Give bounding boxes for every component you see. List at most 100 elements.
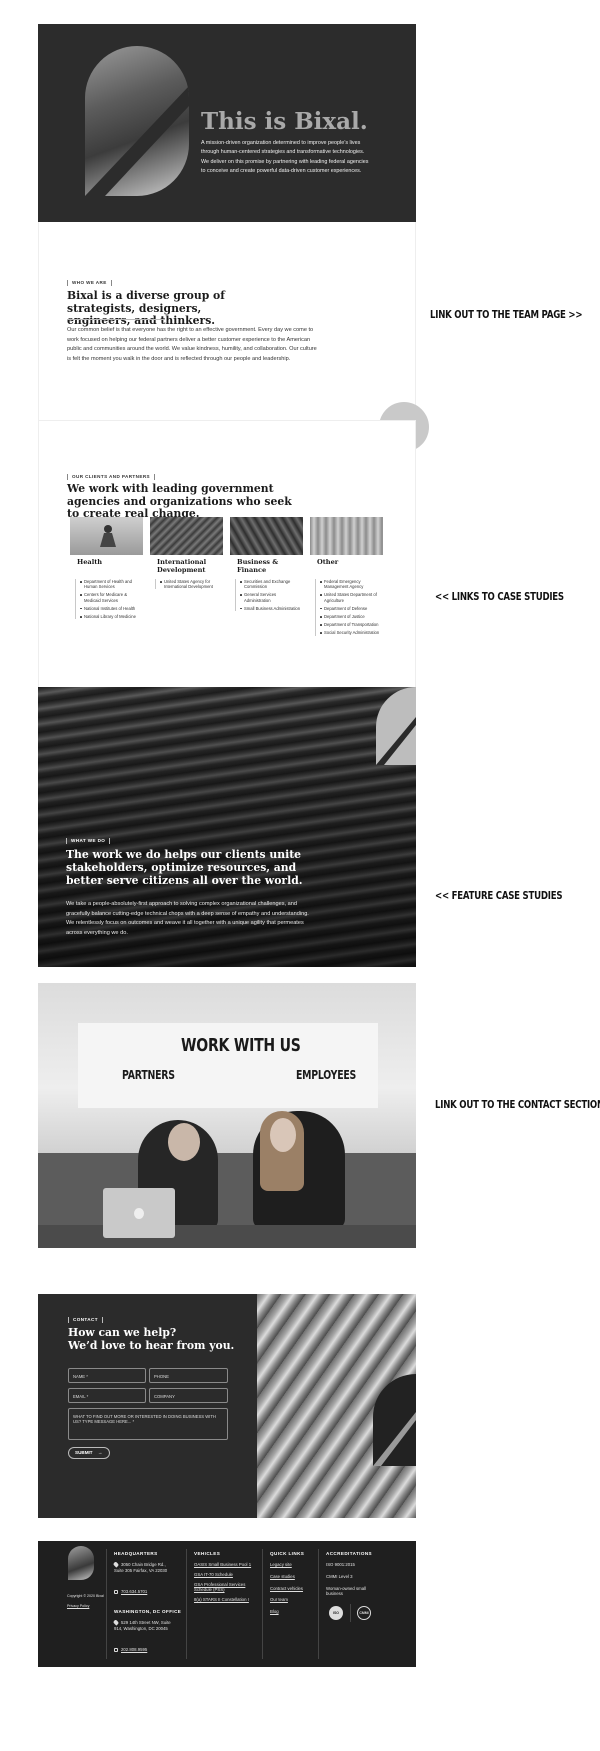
- sector-list: Federal Emergency Management Agency Unit…: [315, 579, 383, 636]
- list-item[interactable]: United States Department of Agriculture: [320, 592, 383, 603]
- sector-name: Other: [317, 558, 339, 566]
- leaf-shape-icon: [376, 687, 416, 765]
- footer-divider: [262, 1549, 263, 1659]
- accreditation: CMMI Level 3: [326, 1573, 353, 1579]
- vehicle-link[interactable]: GSA IT-70 Schedule: [194, 1572, 254, 1578]
- office-wall: [38, 1153, 416, 1228]
- person-right-face: [270, 1118, 296, 1152]
- submit-label: SUBMIT: [75, 1450, 93, 1455]
- contact-section: CONTACT How can we help? We’d love to he…: [38, 1294, 416, 1518]
- leaf-cut-icon: [85, 86, 189, 196]
- sector-other[interactable]: Other Federal Emergency Management Agenc…: [310, 517, 383, 639]
- accreditation: Woman-owned small business: [326, 1585, 367, 1597]
- phone-icon: [114, 1647, 118, 1652]
- work-with-us-section: WORK WITH US PARTNERS EMPLOYEES: [38, 983, 416, 1248]
- list-item[interactable]: Department of Justice: [320, 614, 383, 619]
- footer-avatar: [68, 1546, 94, 1580]
- sector-list: United States Agency for International D…: [155, 579, 223, 590]
- list-item[interactable]: Social Security Administration: [320, 630, 383, 635]
- table-surface: [38, 1225, 416, 1248]
- annotation-team: LINK OUT TO THE TEAM PAGE >>: [430, 308, 583, 321]
- person-left-face: [168, 1123, 200, 1161]
- sector-name: Business & Finance: [237, 558, 279, 574]
- quick-link[interactable]: Case studies: [270, 1574, 303, 1580]
- list-item[interactable]: National Institutes of Health: [80, 606, 143, 611]
- quick-link[interactable]: Blog: [270, 1609, 303, 1615]
- hq-title: HEADQUARTERS: [114, 1551, 158, 1556]
- list-item[interactable]: Department of Defense: [320, 606, 383, 611]
- cmmi-badge-icon: CMMI: [357, 1606, 371, 1620]
- sector-name: Health: [77, 558, 103, 566]
- list-item[interactable]: United States Agency for International D…: [160, 579, 223, 589]
- company-field[interactable]: COMPANY: [149, 1388, 228, 1403]
- list-item[interactable]: Small Business Administration: [240, 606, 303, 611]
- list-item[interactable]: Securities and Exchange Commission: [240, 579, 303, 589]
- hero-title: This is Bixal.: [201, 108, 368, 135]
- footer-divider: [318, 1549, 319, 1659]
- dc-phone[interactable]: 202.808.9595: [114, 1647, 147, 1653]
- list-item[interactable]: Department of Transportation: [320, 622, 383, 627]
- footer-divider: [186, 1549, 187, 1659]
- what-heading: The work we do helps our clients unite s…: [66, 848, 303, 887]
- hq-phone[interactable]: 703.634.5701: [114, 1589, 147, 1595]
- iso-badge-icon: ISO: [329, 1606, 343, 1620]
- hero-portrait-image: [85, 46, 189, 196]
- dc-address: 529 14th Street NW, Suite 914, Washingto…: [112, 1619, 171, 1631]
- who-heading: Bixal is a diverse group of strategists,…: [67, 289, 225, 328]
- what-body: We take a people-absolutely-first approa…: [66, 901, 309, 936]
- sector-health[interactable]: Health Department of Health and Human Se…: [70, 517, 143, 622]
- contact-heading: How can we help? We’d love to hear from …: [68, 1326, 248, 1352]
- sector-other-image: [310, 517, 383, 555]
- list-item[interactable]: Department of Health and Human Services: [80, 579, 143, 589]
- sector-international-development[interactable]: International Development United States …: [150, 517, 223, 592]
- list-item[interactable]: Centers for Medicare & Medicaid Services: [80, 592, 143, 603]
- vehicle-link[interactable]: OASIS Small Business Pool 1: [194, 1562, 254, 1568]
- list-item[interactable]: National Library of Medicine: [80, 614, 143, 619]
- copyright: Copyright © 2020 Bixal: [67, 1594, 104, 1598]
- quick-link[interactable]: Our team: [270, 1597, 303, 1603]
- sector-list: Department of Health and Human Services …: [75, 579, 143, 620]
- accreditations-title: ACCREDITATIONS: [326, 1551, 373, 1556]
- vehicle-link[interactable]: GSA Professional Services Schedule (PSS): [194, 1582, 254, 1594]
- annotation-case-studies: << LINKS TO CASE STUDIES: [435, 590, 564, 603]
- who-divider: [67, 319, 165, 320]
- list-item[interactable]: Federal Emergency Management Agency: [320, 579, 383, 589]
- clients-heading: We work with leading government agencies…: [67, 482, 292, 521]
- hero-section: This is Bixal. A mission-driven organiza…: [38, 24, 416, 222]
- quick-links-title: QUICK LINKS: [270, 1551, 305, 1556]
- privacy-link[interactable]: Privacy Policy: [67, 1604, 89, 1610]
- sector-health-image: [70, 517, 143, 555]
- quick-links-list: Legacy site Case studies Contract vehicl…: [270, 1562, 303, 1615]
- footer-divider: [106, 1549, 107, 1659]
- contact-eyebrow: CONTACT: [68, 1317, 107, 1323]
- list-item[interactable]: General Services Administration: [240, 592, 303, 603]
- dc-title: WASHINGTON, DC OFFICE: [114, 1609, 182, 1614]
- apple-logo-icon: [134, 1208, 144, 1219]
- partners-link[interactable]: PARTNERS: [122, 1068, 175, 1082]
- annotation-contact: LINK OUT TO THE CONTACT SECTIONS >>: [435, 1098, 600, 1111]
- phone-field[interactable]: PHONE: [149, 1368, 228, 1383]
- employees-link[interactable]: EMPLOYEES: [296, 1068, 356, 1082]
- name-field[interactable]: NAME *: [68, 1368, 146, 1383]
- phone-icon: [114, 1589, 118, 1594]
- quick-link[interactable]: Legacy site: [270, 1562, 303, 1568]
- submit-button[interactable]: SUBMIT →: [68, 1447, 110, 1459]
- sector-list: Securities and Exchange Commission Gener…: [235, 579, 303, 612]
- contact-heading-line2: We’d love to hear from you.: [68, 1338, 235, 1352]
- vehicle-link[interactable]: 8(a) STARS II Constellation I: [194, 1597, 254, 1603]
- who-eyebrow: WHO WE ARE: [67, 280, 116, 286]
- sector-intl-image: [150, 517, 223, 555]
- who-we-are-section: WHO WE ARE Bixal is a diverse group of s…: [38, 222, 429, 452]
- arrow-right-icon: →: [97, 1450, 103, 1455]
- quick-link[interactable]: Contract vehicles: [270, 1586, 303, 1592]
- sector-name: International Development: [157, 558, 207, 574]
- accreditation: ISO 9001:2015: [326, 1562, 355, 1567]
- sector-business-finance[interactable]: Business & Finance Securities and Exchan…: [230, 517, 303, 614]
- sector-business-image: [230, 517, 303, 555]
- email-field[interactable]: EMAIL *: [68, 1388, 146, 1403]
- message-field[interactable]: WHAT TO FIND OUT MORE OR INTERESTED IN D…: [68, 1408, 228, 1440]
- contact-heading-line1: How can we help?: [68, 1326, 177, 1339]
- what-eyebrow: WHAT WE DO: [66, 838, 114, 844]
- badge-divider: [350, 1604, 351, 1622]
- what-we-do-section: WHAT WE DO The work we do helps our clie…: [38, 687, 416, 967]
